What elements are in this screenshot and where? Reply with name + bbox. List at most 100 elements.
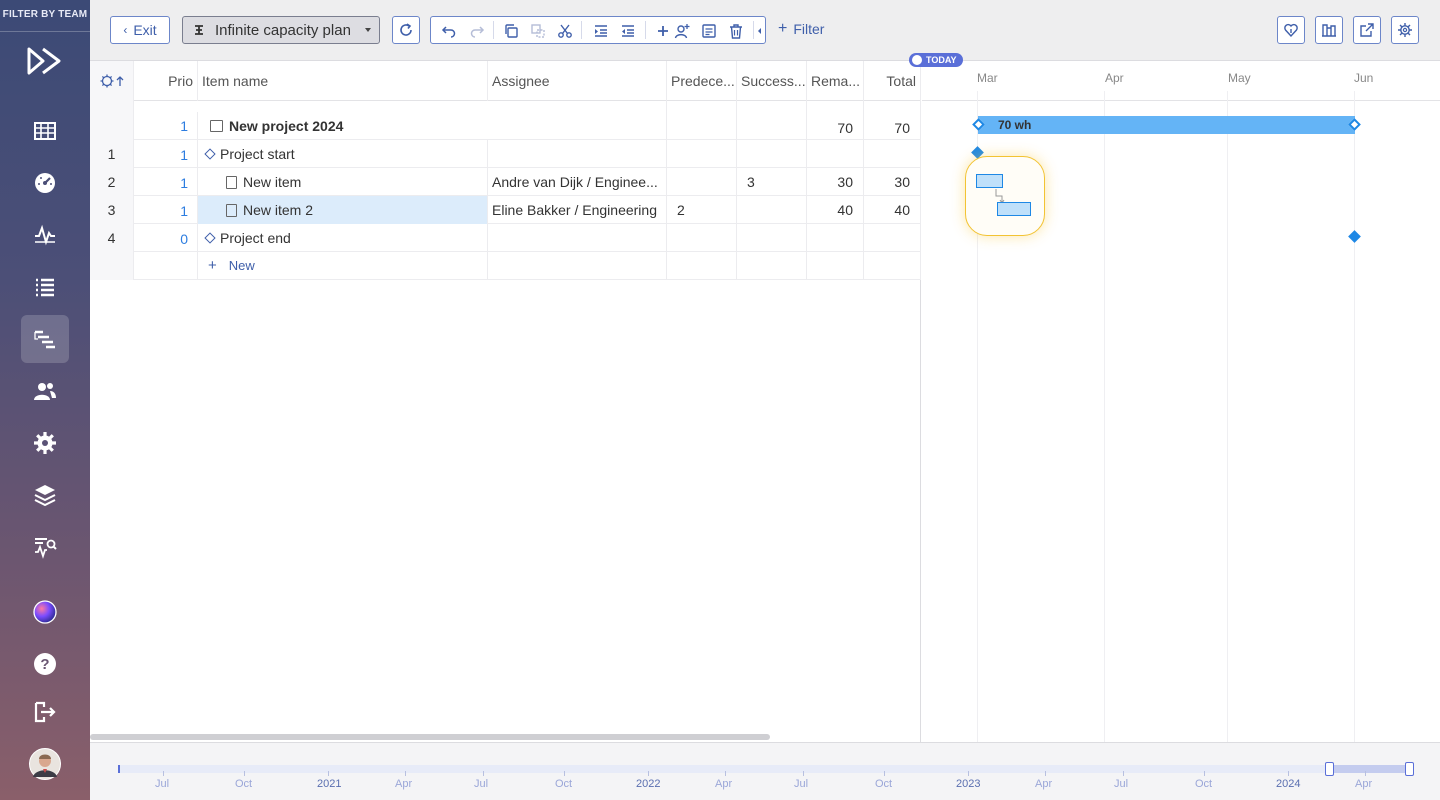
row-remaining[interactable]: 70 — [807, 101, 864, 140]
timeline-label: Jul — [794, 778, 809, 790]
timeline-visible-range[interactable] — [1330, 765, 1410, 773]
table-row[interactable]: 4 0 Project end — [90, 224, 921, 252]
row-item-name[interactable]: Project start — [198, 140, 488, 168]
row-item-name[interactable]: New project 2024 — [198, 112, 488, 140]
undo-icon[interactable] — [441, 23, 457, 39]
table-icon[interactable] — [21, 107, 69, 155]
table-row[interactable]: 1 New project 2024 70 70 — [90, 101, 921, 140]
gantt-icon[interactable] — [21, 315, 69, 363]
row-predecessors[interactable] — [667, 224, 737, 252]
today-badge[interactable]: TODAY — [909, 53, 963, 67]
row-successors[interactable] — [737, 196, 807, 224]
horizontal-scrollbar[interactable] — [90, 734, 770, 740]
add-item-icon[interactable] — [655, 23, 671, 39]
header-prio[interactable]: Prio — [134, 61, 198, 101]
row-assignee[interactable]: Eline Bakker / Engineering — [488, 196, 667, 224]
row-remaining[interactable] — [807, 224, 864, 252]
redo-icon[interactable] — [469, 23, 485, 39]
row-successors[interactable] — [737, 140, 807, 168]
help-icon[interactable]: ? — [21, 640, 69, 688]
row-assignee[interactable] — [488, 140, 667, 168]
add-user-icon[interactable] — [674, 23, 690, 39]
row-assignee[interactable] — [488, 101, 667, 140]
chevron-left-icon[interactable] — [756, 23, 764, 39]
table-row[interactable]: 3 1 New item 2 Eline Bakker / Engineerin… — [90, 196, 921, 224]
row-prio[interactable]: 1 — [134, 112, 198, 140]
row-assignee[interactable]: Andre van Dijk / Enginee... — [488, 168, 667, 196]
header-item-name[interactable]: Item name — [198, 61, 488, 101]
row-remaining[interactable]: 40 — [807, 196, 864, 224]
row-successors[interactable]: 3 — [737, 168, 807, 196]
layers-icon[interactable] — [21, 471, 69, 519]
task-bar-new-item-2[interactable] — [997, 202, 1031, 216]
table-row[interactable]: 1 1 Project start — [90, 140, 921, 168]
header-assignee[interactable]: Assignee — [488, 61, 667, 101]
row-item-name[interactable]: Project end — [198, 224, 488, 252]
row-predecessors[interactable]: 2 — [667, 196, 737, 224]
outdent-icon[interactable] — [620, 23, 636, 39]
indent-icon[interactable] — [593, 23, 609, 39]
row-remaining[interactable] — [807, 140, 864, 168]
users-icon[interactable] — [21, 367, 69, 415]
activity-icon[interactable] — [21, 211, 69, 259]
row-prio[interactable]: 1 — [134, 140, 198, 168]
row-item-name[interactable]: New item — [198, 168, 488, 196]
row-number: 2 — [90, 168, 134, 196]
cut-icon[interactable] — [557, 23, 573, 39]
header-successors[interactable]: Success... — [737, 61, 807, 101]
filter-button[interactable]: + Filter — [778, 21, 824, 38]
orb-icon[interactable] — [21, 588, 69, 636]
row-remaining[interactable]: 30 — [807, 168, 864, 196]
exit-button[interactable]: ‹ Exit — [110, 16, 170, 44]
logout-icon[interactable] — [21, 688, 69, 736]
task-bar-new-item[interactable] — [976, 174, 1003, 188]
row-total[interactable]: 70 — [864, 101, 921, 140]
row-prio[interactable]: 0 — [134, 224, 198, 252]
timeline-right-handle[interactable] — [1405, 762, 1414, 776]
details-icon[interactable] — [701, 23, 717, 39]
row-successors[interactable] — [737, 224, 807, 252]
dashboard-icon[interactable] — [21, 159, 69, 207]
row-predecessors[interactable] — [667, 101, 737, 140]
table-row[interactable]: 2 1 New item Andre van Dijk / Enginee...… — [90, 168, 921, 196]
header-predecessors[interactable]: Predece... — [667, 61, 737, 101]
export-button[interactable] — [1353, 16, 1381, 44]
app-logo-icon[interactable] — [27, 46, 63, 76]
column-settings-button[interactable] — [90, 61, 134, 101]
gear-icon[interactable] — [21, 419, 69, 467]
filter-by-team-button[interactable]: FILTER BY TEAM — [0, 0, 90, 32]
delete-icon[interactable] — [728, 23, 744, 39]
today-arrow-icon — [912, 55, 922, 65]
gantt-chart: Mar Apr May Jun 70 wh — [922, 61, 1440, 742]
row-predecessors[interactable] — [667, 140, 737, 168]
analytics-icon[interactable] — [21, 523, 69, 571]
list-icon[interactable] — [21, 263, 69, 311]
row-prio[interactable]: 1 — [134, 196, 198, 224]
refresh-button[interactable] — [392, 16, 420, 44]
timeline-label: Jul — [1114, 778, 1129, 790]
plan-select[interactable]: Infinite capacity plan — [182, 16, 380, 44]
settings-button[interactable] — [1391, 16, 1419, 44]
timeline-navigator[interactable]: Jul Oct 2021 Apr Jul Oct 2022 Apr Jul Oc… — [90, 742, 1440, 800]
milestone-project-end[interactable] — [1348, 230, 1361, 243]
avatar[interactable] — [21, 740, 69, 788]
paste-icon[interactable] — [530, 23, 546, 39]
row-successors[interactable] — [737, 101, 807, 140]
header-remaining[interactable]: Rema... — [807, 61, 864, 101]
board-view-button[interactable] — [1315, 16, 1343, 44]
row-predecessors[interactable] — [667, 168, 737, 196]
row-total[interactable]: 30 — [864, 168, 921, 196]
row-prio[interactable]: 1 — [134, 168, 198, 196]
header-total[interactable]: Total — [864, 61, 921, 101]
add-new-item-button[interactable]: + New — [198, 252, 488, 280]
row-item-name[interactable]: New item 2 — [198, 196, 488, 224]
copy-icon[interactable] — [503, 23, 519, 39]
row-total[interactable] — [864, 224, 921, 252]
row-assignee[interactable] — [488, 224, 667, 252]
row-total[interactable]: 40 — [864, 196, 921, 224]
timeline-left-handle[interactable] — [1325, 762, 1334, 776]
critical-path-button[interactable] — [1277, 16, 1305, 44]
timeline-track[interactable] — [118, 765, 1410, 773]
row-total[interactable] — [864, 140, 921, 168]
project-summary-bar[interactable]: 70 wh — [978, 116, 1355, 134]
